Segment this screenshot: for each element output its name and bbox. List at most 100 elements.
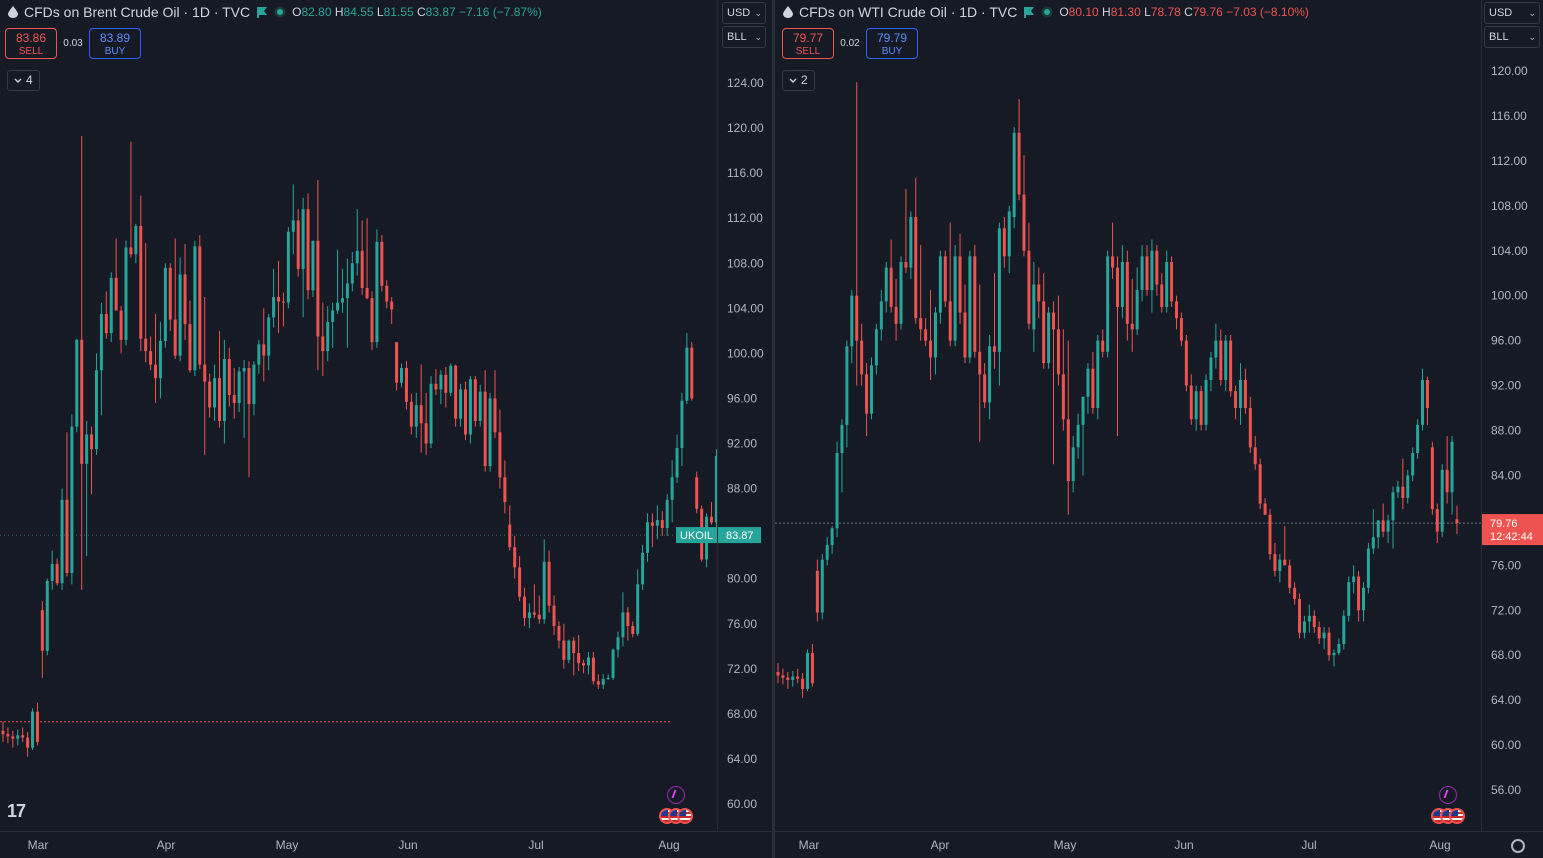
candle[interactable]	[1204, 374, 1208, 431]
candle[interactable]	[820, 554, 824, 620]
candle[interactable]	[914, 177, 918, 324]
candle[interactable]	[801, 673, 805, 698]
candle[interactable]	[582, 659, 586, 674]
candle[interactable]	[1052, 301, 1056, 465]
candle[interactable]	[1366, 542, 1370, 594]
candle[interactable]	[709, 502, 713, 525]
candle[interactable]	[1332, 649, 1336, 667]
candle[interactable]	[845, 340, 849, 448]
candle[interactable]	[988, 335, 992, 420]
candle[interactable]	[690, 342, 694, 401]
candle[interactable]	[591, 651, 595, 685]
candle[interactable]	[257, 339, 261, 374]
candle[interactable]	[894, 278, 898, 341]
candle[interactable]	[1170, 256, 1174, 307]
candle[interactable]	[1243, 368, 1247, 414]
candle[interactable]	[513, 535, 517, 579]
candle[interactable]	[203, 297, 207, 455]
candle[interactable]	[1421, 368, 1425, 431]
candle[interactable]	[129, 141, 133, 258]
candle[interactable]	[968, 250, 972, 364]
candle[interactable]	[439, 370, 443, 405]
lightning-icon[interactable]	[667, 786, 685, 804]
wti-indicators-collapse-button[interactable]: 2	[782, 70, 815, 91]
candle[interactable]	[114, 238, 118, 311]
candle[interactable]	[825, 537, 829, 566]
candle[interactable]	[835, 441, 839, 538]
candle[interactable]	[375, 229, 379, 348]
candle[interactable]	[252, 361, 256, 416]
candle[interactable]	[646, 513, 650, 562]
candle[interactable]	[340, 268, 344, 313]
candle[interactable]	[65, 432, 69, 577]
candle[interactable]	[193, 240, 197, 376]
candle[interactable]	[1155, 245, 1159, 296]
wti-currency-select[interactable]: USD ⌄	[1484, 2, 1540, 24]
candle[interactable]	[94, 353, 98, 455]
candle[interactable]	[1130, 278, 1134, 352]
candle[interactable]	[286, 227, 290, 309]
candle[interactable]	[810, 643, 814, 687]
candle[interactable]	[919, 245, 923, 341]
candle[interactable]	[621, 592, 625, 647]
candle[interactable]	[1312, 610, 1316, 633]
candle[interactable]	[992, 273, 996, 369]
wti-unit-select[interactable]: BLL ⌄	[1484, 26, 1540, 48]
candle[interactable]	[350, 251, 354, 292]
candle[interactable]	[1061, 329, 1065, 431]
candle[interactable]	[380, 235, 384, 292]
candle[interactable]	[1391, 486, 1395, 549]
candle[interactable]	[606, 674, 610, 681]
candle[interactable]	[938, 250, 942, 324]
tradingview-logo[interactable]: 17	[7, 801, 26, 822]
candle[interactable]	[1032, 261, 1036, 352]
candle[interactable]	[473, 375, 477, 427]
candle[interactable]	[154, 313, 158, 403]
us-flag-events[interactable]	[1431, 808, 1465, 824]
wti-sell-button[interactable]: 79.77 SELL	[782, 28, 834, 59]
candle[interactable]	[1263, 497, 1267, 515]
candle[interactable]	[306, 193, 310, 300]
candle[interactable]	[336, 249, 340, 314]
candle[interactable]	[1027, 222, 1031, 330]
candle[interactable]	[1455, 505, 1459, 535]
candle[interactable]	[1076, 413, 1080, 459]
candle[interactable]	[626, 606, 630, 641]
candle[interactable]	[158, 321, 162, 399]
candle[interactable]	[119, 306, 123, 354]
candle[interactable]	[1234, 385, 1238, 420]
candle[interactable]	[1450, 436, 1454, 515]
wti-candlestick-plot[interactable]	[775, 0, 1481, 832]
candle[interactable]	[796, 668, 800, 684]
candle[interactable]	[655, 505, 659, 540]
candle[interactable]	[168, 263, 172, 331]
candle[interactable]	[1007, 205, 1011, 274]
candle[interactable]	[1352, 565, 1356, 594]
candle[interactable]	[791, 670, 795, 687]
candle[interactable]	[1401, 458, 1405, 510]
candle[interactable]	[360, 220, 364, 295]
candle[interactable]	[933, 306, 937, 375]
candle[interactable]	[503, 460, 507, 514]
candle[interactable]	[1199, 385, 1203, 431]
candle[interactable]	[222, 339, 226, 444]
candle[interactable]	[414, 392, 418, 438]
us-flag-events[interactable]	[659, 808, 693, 824]
candle[interactable]	[983, 363, 987, 409]
candle[interactable]	[1322, 627, 1326, 650]
candle[interactable]	[1440, 464, 1444, 538]
candle[interactable]	[1140, 245, 1144, 302]
candle[interactable]	[355, 209, 359, 276]
candle[interactable]	[776, 663, 780, 684]
candle[interactable]	[1224, 335, 1228, 392]
candle[interactable]	[978, 284, 982, 442]
candle[interactable]	[1091, 351, 1095, 414]
candle[interactable]	[973, 245, 977, 358]
candle[interactable]	[1096, 335, 1100, 420]
candle[interactable]	[1347, 576, 1351, 622]
candle[interactable]	[1071, 436, 1075, 493]
candle[interactable]	[695, 471, 699, 514]
candle[interactable]	[262, 308, 266, 382]
candle[interactable]	[1165, 250, 1169, 313]
candle[interactable]	[149, 336, 153, 371]
